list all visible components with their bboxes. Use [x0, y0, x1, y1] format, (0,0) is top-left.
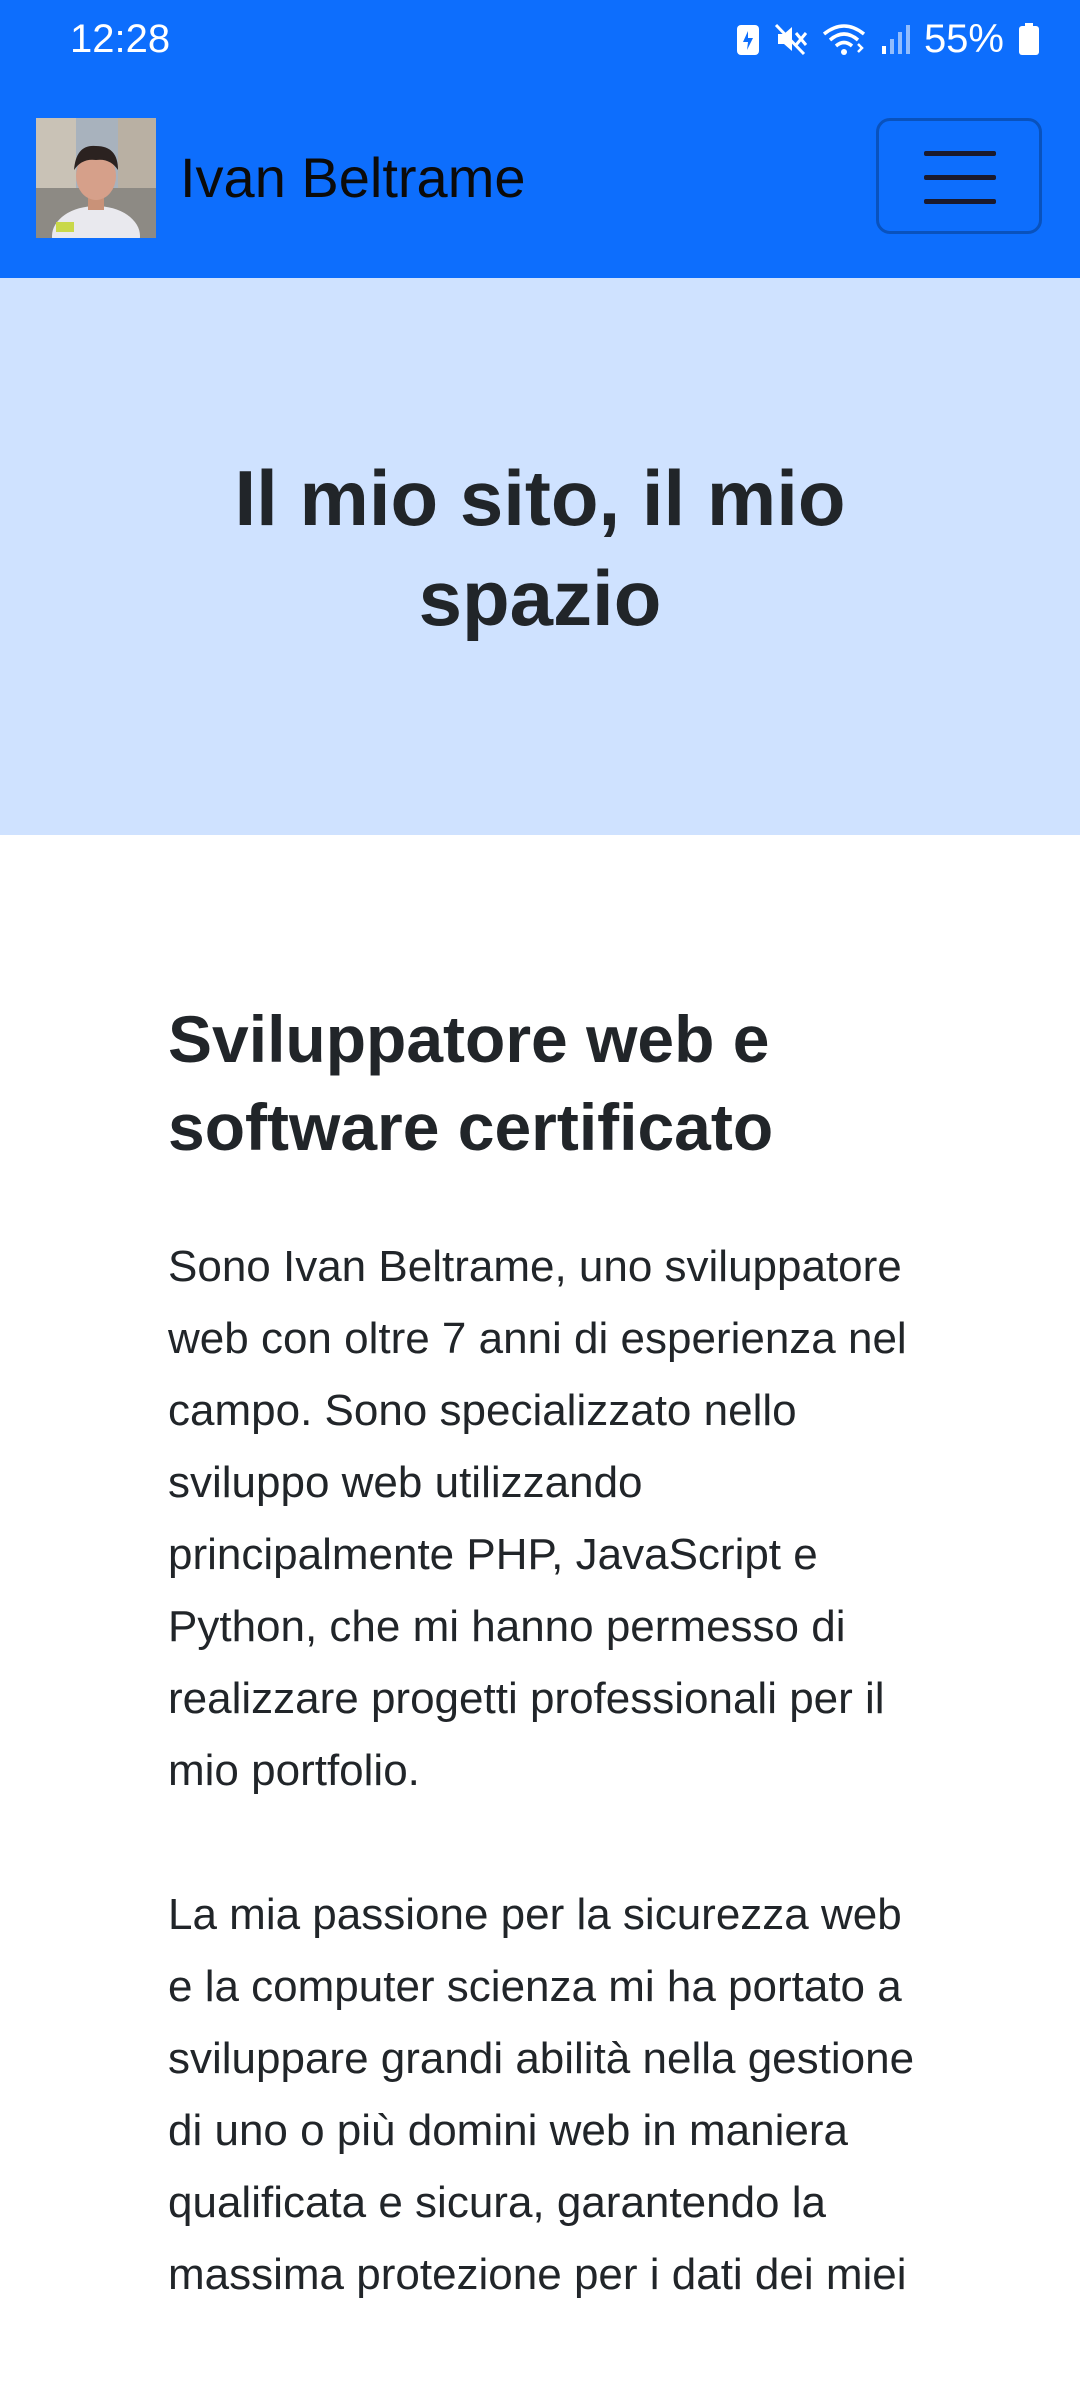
battery-percent: 55%: [923, 17, 1004, 61]
wifi-icon: [822, 22, 866, 56]
navbar: Ivan Beltrame: [0, 78, 1080, 278]
status-icons: 55%: [736, 14, 1040, 64]
hamburger-icon: [924, 151, 996, 156]
about-paragraph-2: La mia passione per la sicurezza web e l…: [168, 1890, 915, 2299]
about-section: Sviluppatore web e software certificato …: [168, 995, 928, 2311]
hero-banner: Il mio sito, il mio spazio: [0, 278, 1080, 835]
mute-icon: [774, 22, 808, 56]
signal-icon: [880, 22, 910, 56]
status-time: 12:28: [70, 17, 171, 61]
brand-name[interactable]: Ivan Beltrame: [180, 142, 526, 214]
data-saver-icon: [736, 22, 760, 56]
about-paragraph-1: Sono Ivan Beltrame, uno sviluppatore web…: [168, 1242, 907, 1795]
avatar[interactable]: [36, 118, 156, 238]
status-bar: 12:28 55%: [0, 0, 1080, 78]
menu-toggle-button[interactable]: [876, 118, 1042, 234]
section-title: Sviluppatore web e software certificato: [168, 1002, 774, 1164]
battery-icon: [1018, 22, 1040, 56]
hero-title: Il mio sito, il mio spazio: [234, 454, 846, 642]
